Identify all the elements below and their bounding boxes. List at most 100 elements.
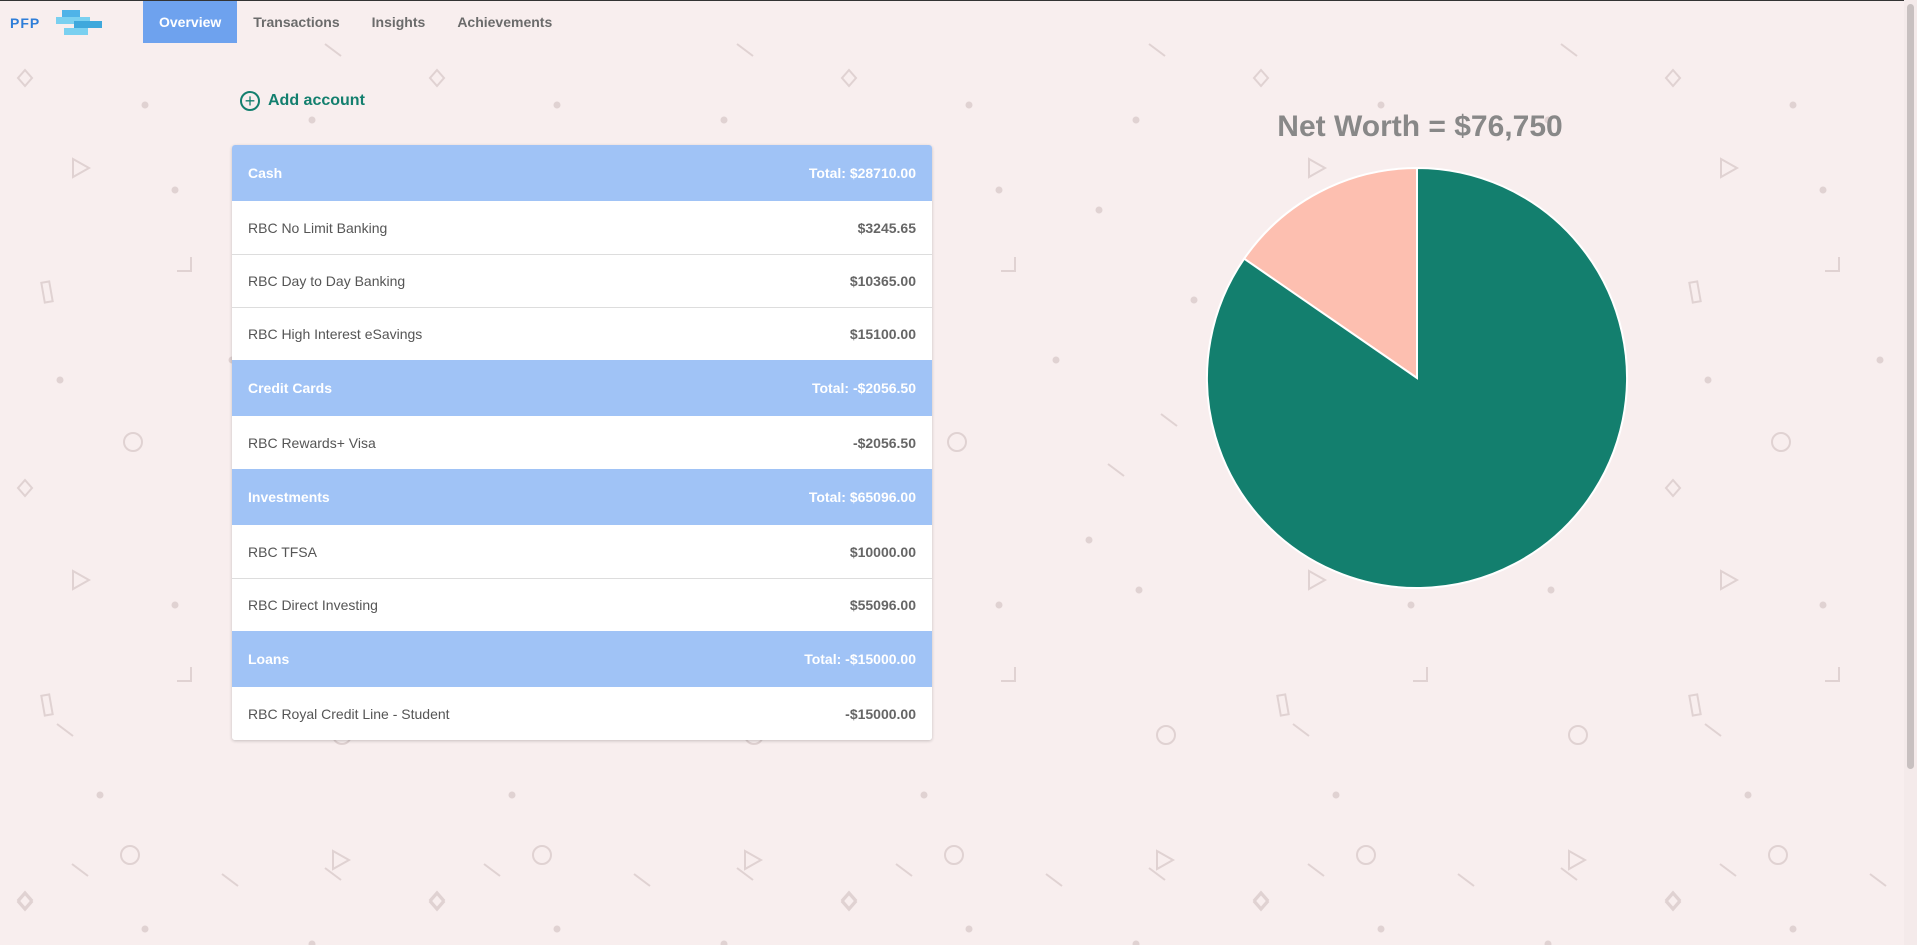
- background-shape: [308, 940, 316, 945]
- account-row[interactable]: RBC No Limit Banking $3245.65: [232, 201, 932, 254]
- logo-text: PFP: [10, 15, 41, 31]
- net-worth-chart: Net Worth = $76,750: [1190, 100, 1650, 600]
- background-shape: [428, 68, 446, 88]
- scrollbar[interactable]: [1904, 0, 1917, 945]
- background-shape: [1107, 463, 1125, 477]
- background-shape: [1252, 68, 1270, 88]
- account-amount: -$2056.50: [852, 434, 916, 451]
- group-name: Investments: [248, 489, 330, 505]
- account-name: RBC High Interest eSavings: [248, 326, 423, 342]
- background-shape: [1085, 536, 1093, 544]
- background-shape: [1413, 667, 1428, 682]
- background-shape: [1771, 432, 1791, 452]
- background-shape: [1744, 791, 1752, 799]
- background-shape: [56, 723, 74, 737]
- background-shape: [1132, 116, 1140, 124]
- account-row[interactable]: RBC Rewards+ Visa -$2056.50: [232, 416, 932, 469]
- background-shape: [1407, 601, 1415, 609]
- group-header-credit-cards[interactable]: Credit Cards Total: -$2056.50: [232, 360, 932, 416]
- background-shape: [1156, 725, 1176, 745]
- background-shape: [1704, 723, 1722, 737]
- group-header-investments[interactable]: Investments Total: $65096.00: [232, 469, 932, 525]
- background-shape: [553, 925, 561, 933]
- background-shape: [221, 873, 239, 887]
- background-shape: [1332, 791, 1340, 799]
- background-shape: [120, 845, 140, 865]
- account-amount: $10365.00: [849, 273, 916, 289]
- background-shape: [1789, 101, 1797, 109]
- background-shape: [1768, 845, 1788, 865]
- background-shape: [171, 601, 179, 609]
- background-shape: [177, 667, 192, 682]
- scrollbar-thumb[interactable]: [1907, 4, 1914, 769]
- background-shape: [1135, 586, 1143, 594]
- account-amount: $3245.65: [857, 219, 916, 236]
- background-shape: [308, 116, 316, 124]
- background-shape: [532, 845, 552, 865]
- background-shape: [1377, 925, 1385, 933]
- tab-overview[interactable]: Overview: [143, 1, 238, 43]
- background-shape: [895, 863, 913, 877]
- background-shape: [1001, 667, 1016, 682]
- account-row[interactable]: RBC TFSA $10000.00: [232, 525, 932, 578]
- background-shape: [324, 43, 342, 57]
- background-shape: [744, 849, 764, 871]
- nav-tabs: Overview Transactions Insights Achieveme…: [143, 1, 568, 43]
- tab-achievements[interactable]: Achievements: [441, 1, 568, 43]
- background-shape: [995, 186, 1003, 194]
- top-navigation-bar: PFP Overview Transactions Insights Achie…: [0, 0, 1917, 44]
- background-shape: [40, 280, 54, 304]
- background-shape: [1825, 257, 1840, 272]
- group-header-loans[interactable]: Loans Total: -$15000.00: [232, 631, 932, 687]
- background-shape: [332, 849, 352, 871]
- background-shape: [56, 376, 64, 384]
- group-name: Cash: [248, 165, 283, 181]
- background-shape: [920, 791, 928, 799]
- group-name: Credit Cards: [248, 380, 333, 396]
- pie-chart: [1206, 166, 1628, 589]
- background-shape: [720, 116, 728, 124]
- background-shape: [1819, 601, 1827, 609]
- background-shape: [1825, 667, 1840, 682]
- background-shape: [1704, 376, 1712, 384]
- background-shape: [1307, 863, 1325, 877]
- account-name: RBC Direct Investing: [248, 597, 378, 613]
- account-amount: $15100.00: [849, 326, 916, 342]
- group-total: Total: -$2056.50: [811, 380, 916, 396]
- background-shape: [840, 68, 858, 88]
- account-row[interactable]: RBC High Interest eSavings $15100.00: [232, 307, 932, 360]
- add-account-label: Add account: [268, 92, 365, 109]
- background-shape: [171, 186, 179, 194]
- background-shape: [16, 478, 34, 498]
- tab-insights[interactable]: Insights: [356, 1, 442, 43]
- background-shape: [40, 693, 54, 717]
- background-shape: [1148, 43, 1166, 57]
- logo-mark-icon: [56, 10, 102, 35]
- background-shape: [72, 569, 92, 591]
- background-shape: [1789, 925, 1797, 933]
- account-name: RBC Royal Credit Line - Student: [248, 705, 450, 722]
- background-shape: [1720, 569, 1740, 591]
- background-shape: [553, 101, 561, 109]
- app-logo[interactable]: PFP: [10, 10, 102, 38]
- group-header-cash[interactable]: Cash Total: $28710.00: [232, 145, 932, 201]
- tab-transactions[interactable]: Transactions: [237, 1, 355, 43]
- background-shape: [71, 863, 89, 877]
- add-account-button[interactable]: + Add account: [240, 91, 365, 111]
- background-shape: [1156, 849, 1176, 871]
- background-shape: [1544, 940, 1552, 945]
- background-shape: [1688, 280, 1702, 304]
- background-shape: [965, 101, 973, 109]
- background-shape: [141, 101, 149, 109]
- background-shape: [1052, 356, 1060, 364]
- account-name: RBC Day to Day Banking: [248, 273, 406, 289]
- background-shape: [177, 257, 192, 272]
- account-row[interactable]: RBC Royal Credit Line - Student -$15000.…: [232, 687, 932, 740]
- account-row[interactable]: RBC Direct Investing $55096.00: [232, 578, 932, 631]
- background-shape: [1568, 849, 1588, 871]
- background-shape: [1876, 356, 1884, 364]
- background-shape: [1001, 257, 1016, 272]
- account-amount: $55096.00: [849, 597, 916, 613]
- group-total: Total: $28710.00: [808, 165, 916, 181]
- account-row[interactable]: RBC Day to Day Banking $10365.00: [232, 254, 932, 307]
